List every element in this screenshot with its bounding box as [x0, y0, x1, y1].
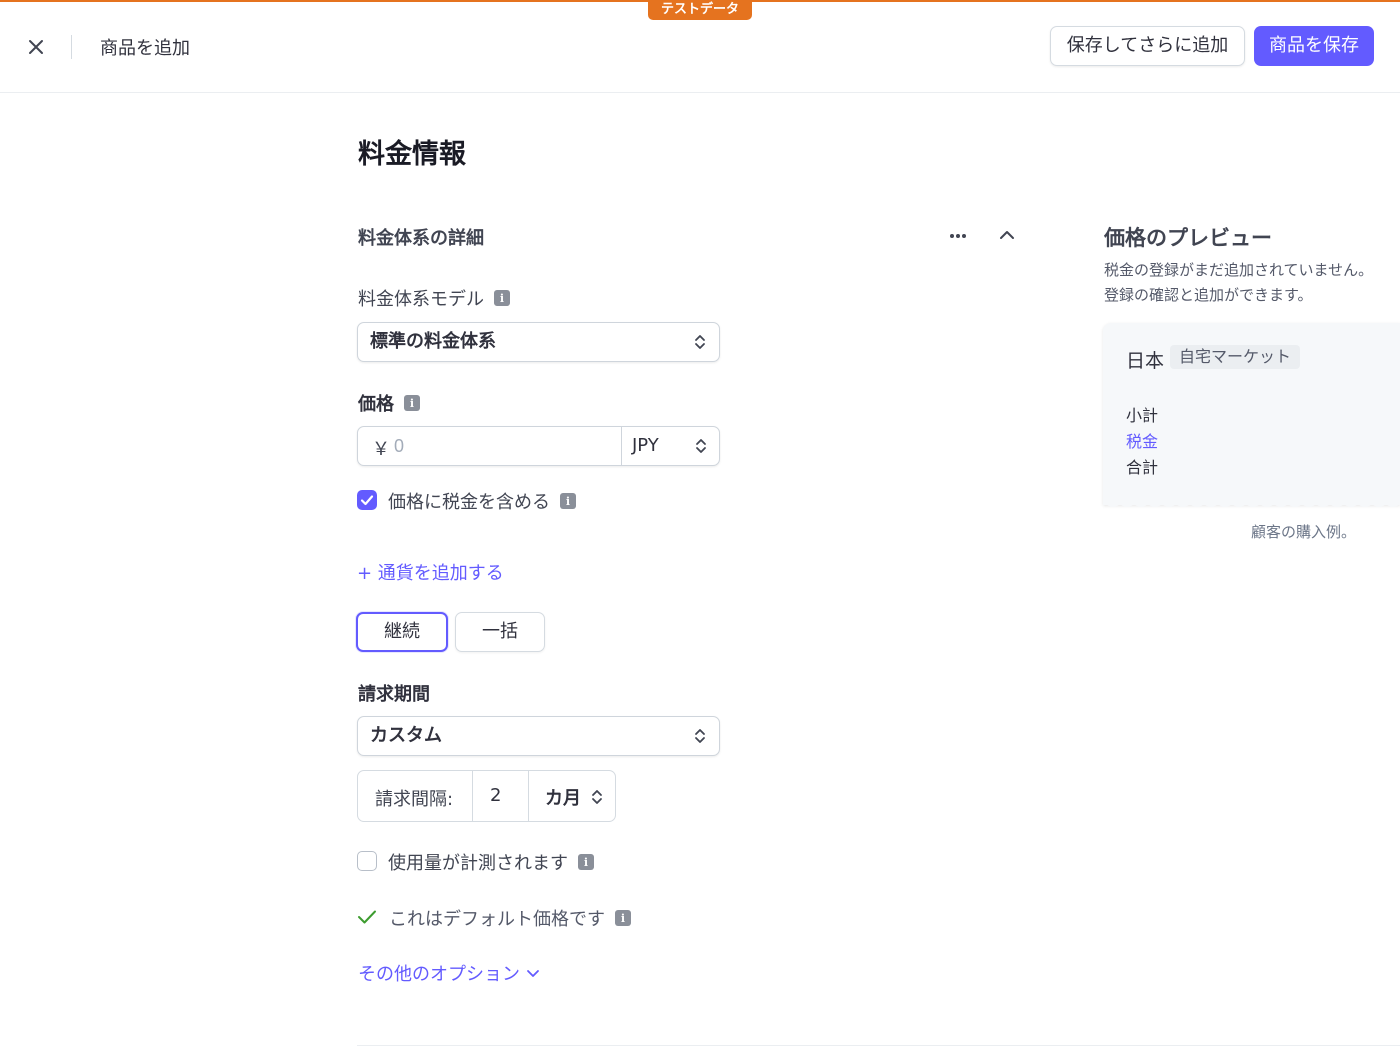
receipt-edge — [1103, 498, 1400, 507]
subsection-title: 料金体系の詳細 — [358, 228, 484, 249]
section-divider — [357, 1045, 1400, 1046]
select-arrows-icon — [695, 729, 705, 743]
currency-value: JPY — [632, 435, 659, 456]
select-arrows-icon — [696, 439, 706, 453]
preview-caption: 顧客の購入例。 — [1251, 523, 1357, 541]
billing-interval-unit-select[interactable]: カ月 — [545, 784, 581, 810]
section-title: 料金情報 — [358, 139, 466, 170]
price-label: 価格 i — [358, 390, 420, 416]
billing-type-one-time[interactable]: 一括 — [455, 612, 545, 652]
billing-interval-group: 請求間隔: 2 カ月 — [357, 770, 616, 822]
billing-period-label: 請求期間 — [358, 680, 430, 706]
checkmark-icon — [360, 495, 374, 506]
pricing-model-label-text: 料金体系モデル — [358, 289, 484, 310]
close-button[interactable] — [22, 33, 50, 61]
price-label-text: 価格 — [358, 394, 394, 415]
more-options-link[interactable]: その他のオプション — [358, 960, 540, 986]
preview-desc-line: 税金の登録がまだ追加されていません。 — [1104, 261, 1374, 279]
billing-type-recurring[interactable]: 継続 — [356, 612, 448, 652]
more-icon — [950, 234, 966, 238]
billing-interval-label: 請求間隔: — [375, 789, 454, 810]
page-title: 商品を追加 — [100, 38, 190, 59]
close-icon — [29, 40, 43, 54]
default-price-label: これはデフォルト価格です i — [389, 905, 631, 931]
select-arrows-icon — [592, 790, 602, 804]
subtotal-label: 小計 — [1126, 406, 1159, 425]
billing-period-label-text: 請求期間 — [358, 684, 430, 705]
check-icon — [358, 910, 376, 924]
preview-receipt-card: 日本 自宅マーケット 小計 税金 合計 — [1103, 323, 1400, 505]
price-field: ￥ JPY — [357, 426, 720, 466]
info-icon[interactable]: i — [404, 395, 420, 411]
billing-interval-count-input[interactable]: 2 — [490, 785, 501, 806]
tax-link[interactable]: 税金 — [1126, 428, 1158, 452]
home-market-badge: 自宅マーケット — [1170, 345, 1301, 369]
preview-desc-line: 登録の確認と追加ができます。 — [1104, 286, 1313, 304]
pricing-model-select[interactable]: 標準の料金体系 — [357, 322, 720, 362]
billing-period-select[interactable]: カスタム — [357, 716, 720, 756]
preview-title: 価格のプレビュー — [1104, 226, 1272, 250]
header-divider — [71, 35, 72, 59]
test-data-badge: テストデータ — [648, 0, 752, 20]
preview-description: 税金の登録がまだ追加されていません。 登録の確認と追加ができます。 — [1104, 258, 1400, 308]
info-icon[interactable]: i — [615, 910, 631, 926]
more-options-text: その他のオプション — [358, 964, 520, 985]
collapse-button[interactable] — [994, 222, 1020, 248]
chevron-up-icon — [1000, 231, 1014, 239]
total-label: 合計 — [1126, 458, 1159, 477]
preview-country: 日本 — [1126, 350, 1165, 372]
pricing-model-label: 料金体系モデル i — [358, 285, 510, 311]
info-icon[interactable]: i — [494, 290, 510, 306]
metered-usage-label-text: 使用量が計測されます — [388, 853, 568, 874]
info-icon[interactable]: i — [578, 854, 594, 870]
info-icon[interactable]: i — [560, 493, 576, 509]
select-arrows-icon — [695, 335, 705, 349]
tax-inclusive-label: 価格に税金を含める i — [388, 488, 576, 514]
save-and-add-more-button[interactable]: 保存してさらに追加 — [1050, 26, 1245, 66]
default-price-label-text: これはデフォルト価格です — [389, 909, 605, 930]
add-currency-link[interactable]: + 通貨を追加する — [357, 559, 504, 585]
more-actions-button[interactable] — [944, 224, 972, 248]
tax-inclusive-checkbox[interactable] — [357, 490, 377, 510]
price-input[interactable] — [394, 431, 614, 461]
divider — [528, 771, 529, 821]
tax-inclusive-label-text: 価格に税金を含める — [388, 492, 550, 513]
billing-period-value: カスタム — [370, 725, 442, 746]
metered-usage-checkbox[interactable] — [357, 851, 377, 871]
divider — [472, 771, 473, 821]
currency-symbol: ￥ — [372, 439, 390, 460]
save-product-button[interactable]: 商品を保存 — [1254, 26, 1374, 66]
currency-select[interactable]: JPY — [621, 427, 720, 465]
pricing-model-value: 標準の料金体系 — [370, 331, 496, 352]
chevron-down-icon — [527, 970, 539, 977]
metered-usage-label: 使用量が計測されます i — [388, 849, 594, 875]
